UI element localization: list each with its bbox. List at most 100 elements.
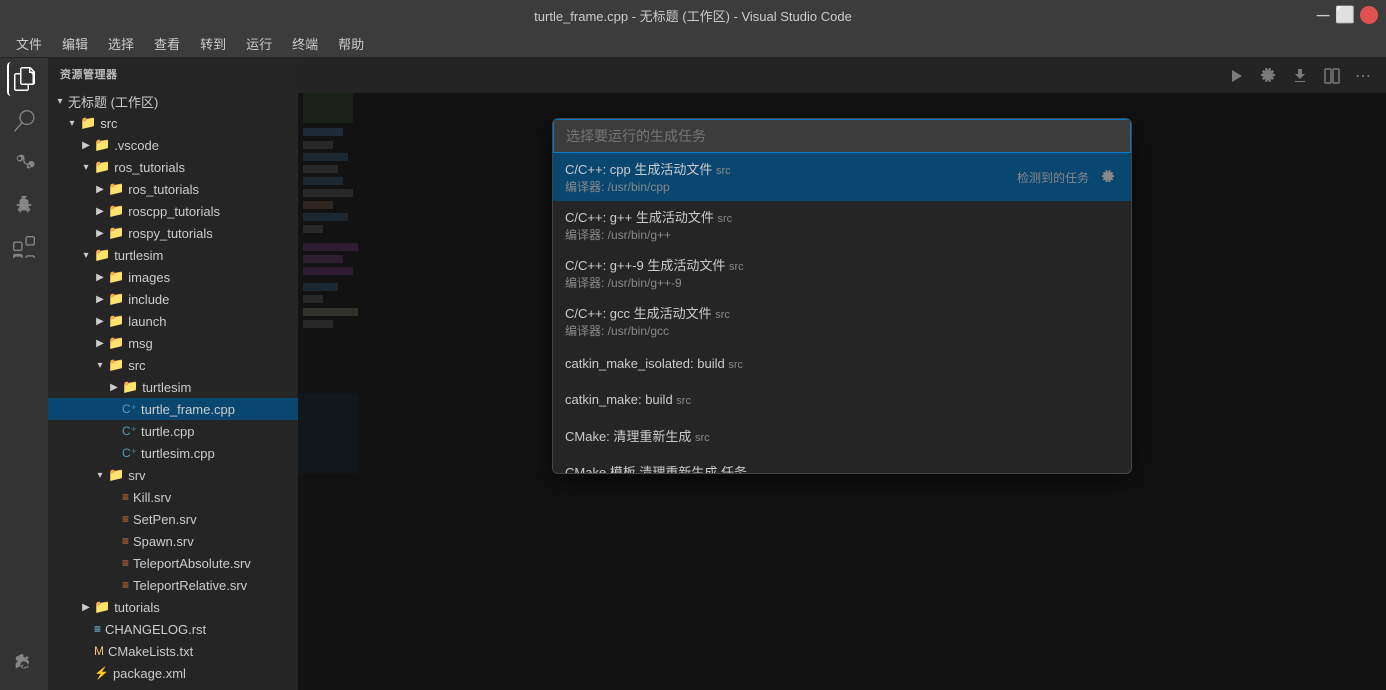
command-item-left-1: C/C++: g++ 生成活动文件 src 编译器: /usr/bin/g++ <box>565 207 732 243</box>
tree-arrow: ▾ <box>64 115 80 131</box>
tree-item-teleport-rel[interactable]: ▶ ≡ TeleportRelative.srv <box>48 574 298 596</box>
command-item-0[interactable]: C/C++: cpp 生成活动文件 src 编译器: /usr/bin/cpp … <box>553 153 1131 201</box>
file-srv-icon: ≡ <box>122 512 129 526</box>
tree-arrow: ▶ <box>92 291 108 307</box>
command-palette: C/C++: cpp 生成活动文件 src 编译器: /usr/bin/cpp … <box>552 118 1132 474</box>
tree-label: rospy_tutorials <box>128 226 213 241</box>
tree-label: turtlesim <box>142 380 191 395</box>
folder-icon: 📁 <box>108 467 124 483</box>
folder-icon: 📁 <box>94 247 110 263</box>
explorer-icon[interactable] <box>7 62 41 96</box>
close-button[interactable]: ✕ <box>1360 6 1378 24</box>
search-icon[interactable] <box>7 104 41 138</box>
debug-icon[interactable] <box>7 188 41 222</box>
tree-item-turtle-frame[interactable]: ▶ C⁺ turtle_frame.cpp <box>48 398 298 420</box>
tree-item-launch[interactable]: ▶ 📁 launch <box>48 310 298 332</box>
command-title-7: CMake 模板 清理重新生成 任务 <box>565 462 747 474</box>
command-item-6[interactable]: CMake: 清理重新生成 src <box>553 417 1131 453</box>
tree-item-msg[interactable]: ▶ 📁 msg <box>48 332 298 354</box>
menubar-item-文件[interactable]: 文件 <box>8 32 50 55</box>
tree-item-teleport-abs[interactable]: ▶ ≡ TeleportAbsolute.srv <box>48 552 298 574</box>
menubar-item-选择[interactable]: 选择 <box>100 32 142 55</box>
tree-item-package[interactable]: ▶ ⚡ package.xml <box>48 662 298 684</box>
extensions-icon[interactable] <box>7 230 41 264</box>
tree-label: TeleportRelative.srv <box>133 578 247 593</box>
command-item-5[interactable]: catkin_make: build src <box>553 381 1131 417</box>
tree-item-kill[interactable]: ▶ ≡ Kill.srv <box>48 486 298 508</box>
command-item-7[interactable]: CMake 模板 清理重新生成 任务 <box>553 453 1131 473</box>
activity-bar <box>0 58 48 690</box>
settings-icon[interactable] <box>7 648 41 682</box>
tree-item-images[interactable]: ▶ 📁 images <box>48 266 298 288</box>
gear-button-0[interactable] <box>1097 166 1119 188</box>
tree-item-ros-tutorials2[interactable]: ▶ 📁 ros_tutorials <box>48 178 298 200</box>
tree-item-cmake[interactable]: ▶ M CMakeLists.txt <box>48 640 298 662</box>
menubar-item-查看[interactable]: 查看 <box>146 32 188 55</box>
command-palette-input[interactable] <box>553 119 1131 153</box>
folder-icon: 📁 <box>108 291 124 307</box>
command-item-left-0: C/C++: cpp 生成活动文件 src 编译器: /usr/bin/cpp <box>565 159 731 195</box>
tree-item-rospy[interactable]: ▶ 📁 rospy_tutorials <box>48 222 298 244</box>
command-item-left-6: CMake: 清理重新生成 src <box>565 426 710 445</box>
command-sub-3: 编译器: /usr/bin/gcc <box>565 322 730 339</box>
menubar-item-帮助[interactable]: 帮助 <box>330 32 372 55</box>
folder-icon: 📁 <box>108 269 124 285</box>
source-control-icon[interactable] <box>7 146 41 180</box>
tree-item-vscode[interactable]: ▶ 📁 .vscode <box>48 134 298 156</box>
menubar-item-转到[interactable]: 转到 <box>192 32 234 55</box>
minimize-button[interactable]: ─ <box>1316 8 1330 22</box>
titlebar: turtle_frame.cpp - 无标题 (工作区) - Visual St… <box>0 0 1386 30</box>
folder-icon: 📁 <box>122 379 138 395</box>
tree-arrow: ▾ <box>92 467 108 483</box>
folder-icon: 📁 <box>108 335 124 351</box>
workspace-label: 无标题 (工作区) <box>68 92 158 111</box>
command-item-left-5: catkin_make: build src <box>565 392 691 407</box>
command-item-2[interactable]: C/C++: g++-9 生成活动文件 src 编译器: /usr/bin/g+… <box>553 249 1131 297</box>
command-title-6: CMake: 清理重新生成 src <box>565 426 710 445</box>
command-title-2: C/C++: g++-9 生成活动文件 src <box>565 255 744 274</box>
tree-item-changelog[interactable]: ▶ ≡ CHANGELOG.rst <box>48 618 298 640</box>
folder-icon: 📁 <box>108 313 124 329</box>
command-item-1[interactable]: C/C++: g++ 生成活动文件 src 编译器: /usr/bin/g++ <box>553 201 1131 249</box>
command-title-3: C/C++: gcc 生成活动文件 src <box>565 303 730 322</box>
command-item-3[interactable]: C/C++: gcc 生成活动文件 src 编译器: /usr/bin/gcc <box>553 297 1131 345</box>
window-controls: ─ ⬜ ✕ <box>1316 6 1378 24</box>
tree-item-ros-tutorials[interactable]: ▾ 📁 ros_tutorials <box>48 156 298 178</box>
tree-item-turtlesim-cpp[interactable]: ▶ C⁺ turtlesim.cpp <box>48 442 298 464</box>
command-item-4[interactable]: catkin_make_isolated: build src <box>553 345 1131 381</box>
folder-icon: 📁 <box>94 137 110 153</box>
tree-label: .vscode <box>114 138 159 153</box>
maximize-button[interactable]: ⬜ <box>1338 8 1352 22</box>
tree-item-setpen[interactable]: ▶ ≡ SetPen.srv <box>48 508 298 530</box>
tree-arrow: ▾ <box>78 159 94 175</box>
tree-item-roscpp[interactable]: ▶ 📁 roscpp_tutorials <box>48 200 298 222</box>
tree-item-src2[interactable]: ▾ 📁 src <box>48 354 298 376</box>
tree-arrow: ▶ <box>92 269 108 285</box>
menubar-item-编辑[interactable]: 编辑 <box>54 32 96 55</box>
tree-label: roscpp_tutorials <box>128 204 220 219</box>
file-srv-icon: ≡ <box>122 490 129 504</box>
tree-arrow: ▶ <box>78 137 94 153</box>
command-palette-overlay: C/C++: cpp 生成活动文件 src 编译器: /usr/bin/cpp … <box>298 58 1386 690</box>
tree-arrow: ▶ <box>106 379 122 395</box>
tree-item-turtlesim2[interactable]: ▶ 📁 turtlesim <box>48 376 298 398</box>
tree-item-turtlesim[interactable]: ▾ 📁 turtlesim <box>48 244 298 266</box>
tree-item-turtle-cpp[interactable]: ▶ C⁺ turtle.cpp <box>48 420 298 442</box>
badge-0: 检测到的任务 <box>1017 169 1089 186</box>
file-cpp-icon: C⁺ <box>122 424 137 438</box>
command-sub-2: 编译器: /usr/bin/g++-9 <box>565 274 744 291</box>
tree-item-tutorials[interactable]: ▶ 📁 tutorials <box>48 596 298 618</box>
tree-item-spawn[interactable]: ▶ ≡ Spawn.srv <box>48 530 298 552</box>
tree-item-src[interactable]: ▾ 📁 src <box>48 112 298 134</box>
command-item-left-3: C/C++: gcc 生成活动文件 src 编译器: /usr/bin/gcc <box>565 303 730 339</box>
file-srv-icon: ≡ <box>122 578 129 592</box>
menubar-item-终端[interactable]: 终端 <box>284 32 326 55</box>
tree-item-srv[interactable]: ▾ 📁 srv <box>48 464 298 486</box>
tree-label: SetPen.srv <box>133 512 197 527</box>
tree-arrow: ▶ <box>92 335 108 351</box>
menubar-item-运行[interactable]: 运行 <box>238 32 280 55</box>
tree-item-include[interactable]: ▶ 📁 include <box>48 288 298 310</box>
tree-item-workspace[interactable]: ▾ 无标题 (工作区) <box>48 90 298 112</box>
file-rst-icon: ≡ <box>94 622 101 636</box>
folder-icon: 📁 <box>108 225 124 241</box>
